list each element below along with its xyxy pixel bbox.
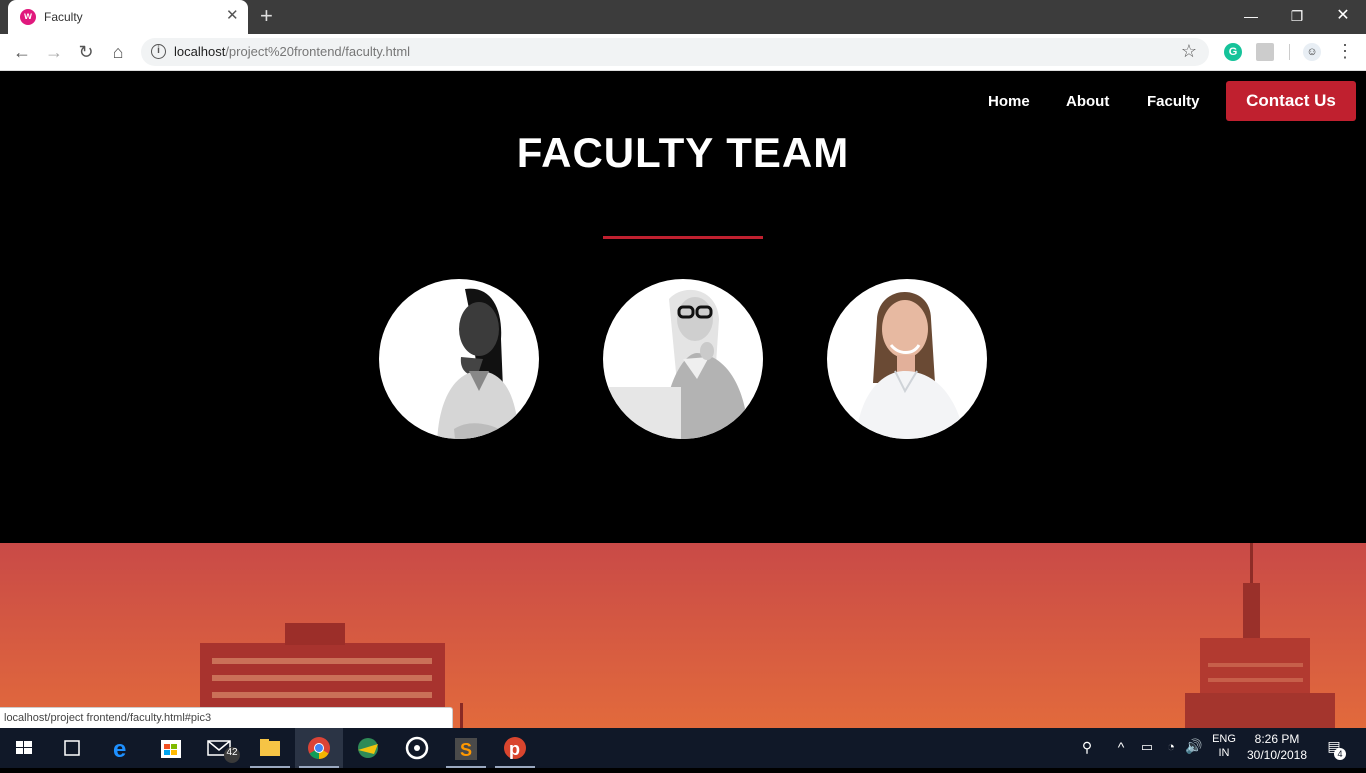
taskbar-store[interactable] bbox=[147, 728, 195, 768]
site-favicon-icon: w bbox=[20, 9, 36, 25]
taskbar-media-app[interactable] bbox=[393, 728, 441, 768]
svg-text:S: S bbox=[460, 740, 472, 760]
chrome-icon bbox=[308, 737, 330, 759]
taskbar-file-explorer[interactable] bbox=[246, 728, 294, 768]
faculty-photo-3[interactable] bbox=[827, 279, 987, 439]
tab-title: Faculty bbox=[44, 10, 83, 24]
taskbar-chrome[interactable] bbox=[295, 728, 343, 768]
city-skyline-banner bbox=[0, 543, 1366, 728]
back-icon[interactable]: ← bbox=[8, 40, 36, 64]
contact-us-button[interactable]: Contact Us bbox=[1226, 81, 1356, 121]
windows-taskbar: e 42 S p ⚲ ^ ▭ ◔ 🔊 ENG IN 8:26 PM 30/10/… bbox=[0, 728, 1366, 768]
edge-browser-icon: e bbox=[113, 736, 126, 763]
woman-portrait-image bbox=[437, 288, 519, 439]
close-window-icon[interactable]: ✕ bbox=[1320, 6, 1366, 26]
people-icon[interactable]: ⚲ bbox=[1077, 739, 1097, 756]
reload-icon[interactable]: ↻ bbox=[72, 40, 100, 64]
url-host: localhost bbox=[174, 44, 226, 59]
bookmark-star-icon[interactable]: ☆ bbox=[1181, 41, 1197, 62]
tab-close-icon[interactable]: ✕ bbox=[226, 7, 239, 25]
taskbar-mail[interactable]: 42 bbox=[196, 728, 244, 768]
toolbar-separator bbox=[1289, 44, 1290, 60]
grammarly-extension-icon[interactable]: G bbox=[1224, 43, 1242, 61]
skyline-image bbox=[0, 543, 1366, 728]
link-status-bubble: localhost/project frontend/faculty.html#… bbox=[0, 707, 453, 728]
taskbar-edge[interactable]: e bbox=[98, 728, 146, 768]
browser-tab-strip: w Faculty ✕ + — ❐ ✕ bbox=[0, 0, 1366, 34]
home-icon[interactable]: ⌂ bbox=[104, 40, 132, 64]
nav-home-link[interactable]: Home bbox=[988, 93, 1030, 110]
start-button[interactable] bbox=[0, 728, 48, 768]
task-view-icon bbox=[64, 740, 80, 756]
clock[interactable]: 8:26 PM 30/10/2018 bbox=[1242, 732, 1312, 762]
mail-unread-badge: 42 bbox=[226, 747, 238, 758]
profile-avatar-icon[interactable]: ☺ bbox=[1303, 43, 1321, 61]
circle-app-icon bbox=[405, 736, 429, 760]
url-path: /project%20frontend/faculty.html bbox=[225, 44, 411, 59]
url-text[interactable]: localhost/project%20frontend/faculty.htm… bbox=[174, 44, 410, 59]
browser-tab[interactable]: w Faculty ✕ bbox=[8, 0, 248, 34]
new-tab-icon[interactable]: + bbox=[260, 4, 273, 28]
restore-icon[interactable]: ❐ bbox=[1274, 6, 1320, 26]
nav-faculty-link[interactable]: Faculty bbox=[1147, 93, 1200, 110]
svg-text:e: e bbox=[113, 736, 126, 763]
taskbar-sublime-text[interactable]: S bbox=[442, 728, 490, 768]
nav-about-link[interactable]: About bbox=[1066, 93, 1109, 110]
forward-icon[interactable]: → bbox=[40, 40, 68, 64]
title-divider bbox=[603, 236, 763, 239]
psiphon-icon: p bbox=[504, 737, 526, 759]
woman-brown-hair-portrait-image bbox=[855, 292, 966, 439]
volume-icon[interactable]: 🔊 bbox=[1184, 738, 1204, 755]
faculty-photo-2[interactable] bbox=[603, 279, 763, 439]
wifi-icon[interactable]: ◔ bbox=[1162, 739, 1180, 754]
windows-logo-icon bbox=[16, 741, 32, 754]
notification-count-badge: 4 bbox=[1334, 748, 1346, 760]
pdf-extension-icon[interactable] bbox=[1256, 43, 1274, 61]
download-manager-icon bbox=[358, 738, 378, 758]
faculty-photo-1[interactable] bbox=[379, 279, 539, 439]
page-title: FACULTY TEAM bbox=[516, 129, 850, 176]
store-icon bbox=[161, 740, 181, 758]
battery-icon[interactable]: ▭ bbox=[1138, 739, 1156, 755]
clock-date: 30/10/2018 bbox=[1246, 748, 1308, 762]
browser-toolbar: ← → ↻ ⌂ i localhost/project%20frontend/f… bbox=[0, 34, 1366, 71]
region-code: IN bbox=[1218, 747, 1230, 759]
clock-time: 8:26 PM bbox=[1254, 732, 1300, 746]
folder-icon bbox=[260, 739, 280, 756]
task-view-button[interactable] bbox=[48, 728, 96, 768]
language-indicator[interactable]: ENG IN bbox=[1208, 733, 1240, 759]
browser-menu-icon[interactable]: ⋮ bbox=[1336, 41, 1354, 62]
woman-glasses-portrait-image bbox=[603, 289, 749, 439]
sublime-text-icon: S bbox=[455, 738, 477, 760]
taskbar-psiphon[interactable]: p bbox=[491, 728, 539, 768]
site-info-icon[interactable]: i bbox=[151, 44, 166, 59]
language-code: ENG bbox=[1212, 733, 1236, 745]
svg-text:p: p bbox=[509, 739, 520, 759]
taskbar-internet-download[interactable] bbox=[344, 728, 392, 768]
address-bar[interactable]: i localhost/project%20frontend/faculty.h… bbox=[141, 38, 1209, 66]
show-hidden-icons-chevron-icon[interactable]: ^ bbox=[1113, 739, 1129, 755]
web-page: Home About Faculty Contact Us FACULTY TE… bbox=[0, 71, 1366, 728]
minimize-icon[interactable]: — bbox=[1228, 6, 1274, 26]
